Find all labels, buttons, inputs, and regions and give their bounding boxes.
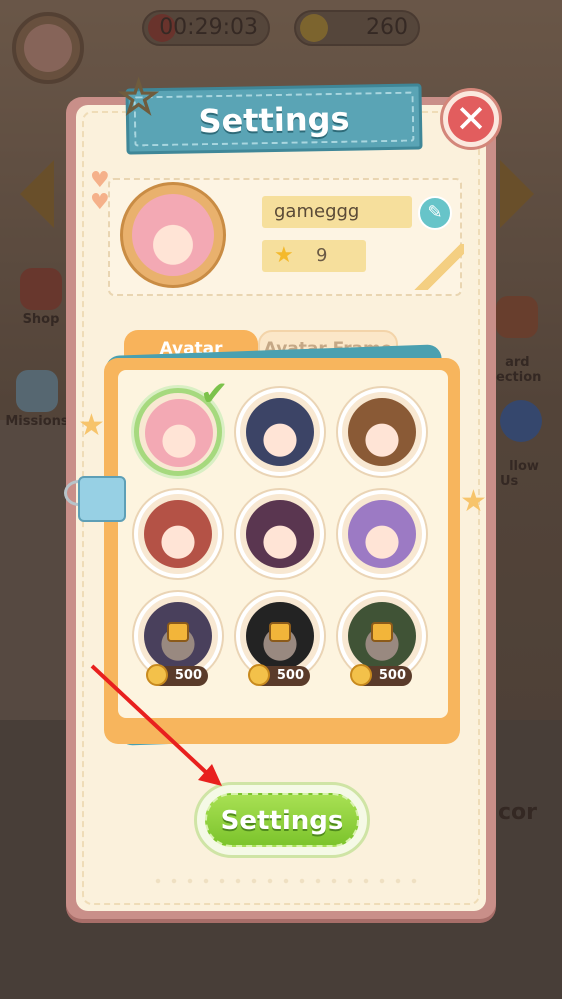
avatar-portrait (144, 500, 212, 568)
divider-dots (150, 878, 420, 884)
coin-icon (146, 664, 168, 686)
hearts-icon: ♥ ♥ (90, 168, 110, 215)
binder-clip-icon (62, 470, 128, 530)
avatar-option-purple-cap-girl[interactable] (338, 490, 426, 578)
lock-icon (269, 622, 291, 642)
lock-icon (167, 622, 189, 642)
avatar-price: 500 (146, 664, 208, 686)
pencil-decoration (414, 244, 464, 290)
edit-name-button[interactable]: ✎ (418, 196, 452, 230)
level-badge: ★ 9 (262, 240, 366, 272)
price-label: 500 (378, 668, 406, 683)
coin-icon (350, 664, 372, 686)
title-banner: Settings (125, 83, 423, 155)
avatar-option-red-hat-girl[interactable] (134, 490, 222, 578)
pencil-icon: ✎ (427, 202, 443, 223)
username-label: gameggg (262, 196, 412, 228)
lock-icon (371, 622, 393, 642)
star-icon: ★ (460, 484, 487, 519)
current-avatar (120, 182, 226, 288)
dialog-title: Settings (198, 99, 350, 141)
avatar-portrait (348, 500, 416, 568)
close-icon: ✕ (448, 96, 494, 142)
avatar-option-dark-hair-boy[interactable] (236, 388, 324, 476)
close-button[interactable]: ✕ (440, 88, 502, 150)
checkmark-icon: ✔ (200, 374, 229, 414)
avatar-option-brown-hair-boy[interactable] (338, 388, 426, 476)
avatar-grid[interactable]: ✔ 500 500 500 (118, 370, 448, 718)
avatar-portrait (348, 398, 416, 466)
coin-icon (248, 664, 270, 686)
avatar-price: 500 (350, 664, 412, 686)
avatar-portrait (246, 398, 314, 466)
star-icon: ☆ (117, 70, 160, 124)
price-label: 500 (276, 668, 304, 683)
settings-button[interactable]: Settings (194, 782, 370, 858)
avatar-price: 500 (248, 664, 310, 686)
avatar-portrait (246, 500, 314, 568)
star-icon: ★ (78, 408, 105, 443)
avatar-option-punk-girl[interactable] (236, 490, 324, 578)
star-icon: ★ (274, 243, 294, 268)
price-label: 500 (174, 668, 202, 683)
